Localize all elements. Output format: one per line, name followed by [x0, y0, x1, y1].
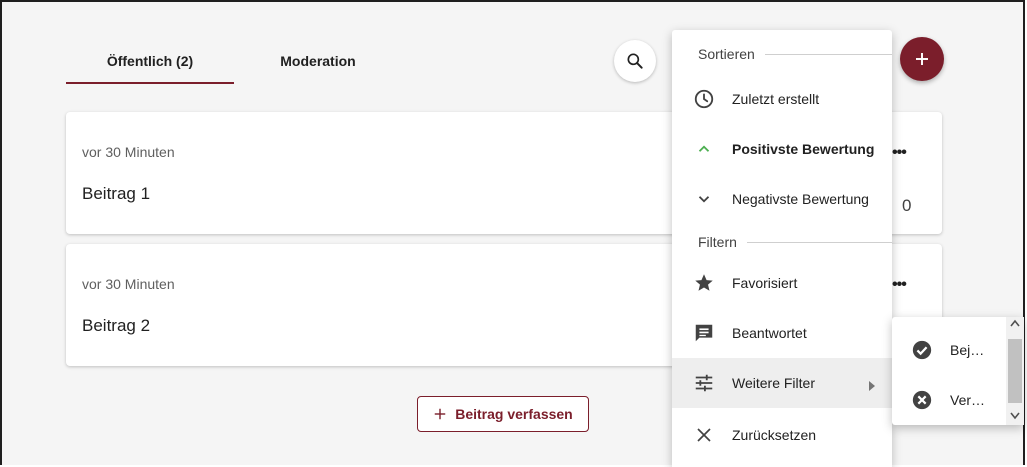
post-time: vor 30 Minuten — [82, 144, 175, 160]
search-button[interactable] — [614, 40, 656, 82]
filter-answered[interactable]: Beantwortet — [672, 308, 892, 358]
scroll-up-icon[interactable] — [1010, 319, 1020, 330]
app-frame: Öffentlich (2) Moderation vor 30 Minuten… — [0, 0, 1025, 467]
filter-more-label: Weitere Filter — [732, 375, 815, 391]
sort-newest[interactable]: Zuletzt erstellt — [672, 74, 892, 124]
filter-reset-label: Zurücksetzen — [732, 427, 817, 443]
clock-icon — [692, 87, 716, 111]
sort-header-label: Sortieren — [698, 46, 755, 62]
compose-post-label: Beitrag verfassen — [455, 406, 573, 422]
sort-most-positive-label: Positivste Bewertung — [732, 141, 875, 157]
sort-most-negative-label: Negativste Bewertung — [732, 191, 869, 207]
filter-more[interactable]: Weitere Filter — [672, 358, 892, 408]
divider — [764, 53, 892, 55]
scrollbar-thumb[interactable] — [1008, 339, 1022, 403]
sort-most-negative[interactable]: Negativste Bewertung — [672, 174, 892, 224]
tab-public[interactable]: Öffentlich (2) — [66, 40, 234, 84]
search-icon — [627, 53, 643, 69]
sort-section-header: Sortieren — [672, 44, 892, 64]
filter-reset[interactable]: Zurücksetzen — [672, 410, 892, 460]
post-title: Beitrag 1 — [82, 184, 151, 203]
sort-filter-menu: Sortieren Zuletzt erstellt Positivste Be… — [672, 30, 892, 467]
filter-section-header: Filtern — [672, 232, 892, 252]
divider — [746, 241, 892, 243]
tune-icon — [692, 371, 716, 395]
filter-accepted[interactable]: Bej… — [892, 325, 1004, 375]
scroll-down-icon[interactable] — [1010, 412, 1020, 423]
chevron-up-icon — [692, 137, 716, 161]
filter-favorites[interactable]: Favorisiert — [672, 258, 892, 308]
check-circle-icon — [910, 338, 934, 362]
caret-right-icon — [868, 378, 876, 394]
chevron-down-icon — [692, 187, 716, 211]
plus-icon — [434, 408, 446, 420]
sort-most-positive[interactable]: Positivste Bewertung — [672, 124, 892, 174]
tab-moderation[interactable]: Moderation — [234, 40, 402, 82]
filter-favorites-label: Favorisiert — [732, 275, 798, 291]
sort-newest-label: Zuletzt erstellt — [732, 91, 820, 107]
filter-header-label: Filtern — [698, 234, 737, 250]
filter-rejected-label: Ver… — [950, 392, 986, 408]
scrollbar[interactable] — [1006, 317, 1024, 425]
tab-bar: Öffentlich (2) Moderation — [66, 40, 402, 84]
filter-rejected[interactable]: Ver… — [892, 375, 1004, 425]
more-options-icon[interactable]: ••• — [892, 144, 907, 162]
close-icon — [692, 423, 716, 447]
plus-icon — [916, 53, 928, 65]
post-title: Beitrag 2 — [82, 316, 151, 335]
more-options-icon[interactable]: ••• — [892, 276, 907, 294]
filter-answered-label: Beantwortet — [732, 325, 807, 341]
more-filters-submenu: Bej… Ver… — [892, 317, 1024, 425]
star-icon — [692, 271, 716, 295]
filter-accepted-label: Bej… — [950, 342, 985, 358]
vote-count: 0 — [902, 196, 912, 215]
post-time: vor 30 Minuten — [82, 276, 175, 292]
add-button[interactable] — [900, 37, 944, 81]
cancel-circle-icon — [910, 388, 934, 412]
comment-icon — [692, 321, 716, 345]
compose-post-button[interactable]: Beitrag verfassen — [417, 396, 589, 432]
